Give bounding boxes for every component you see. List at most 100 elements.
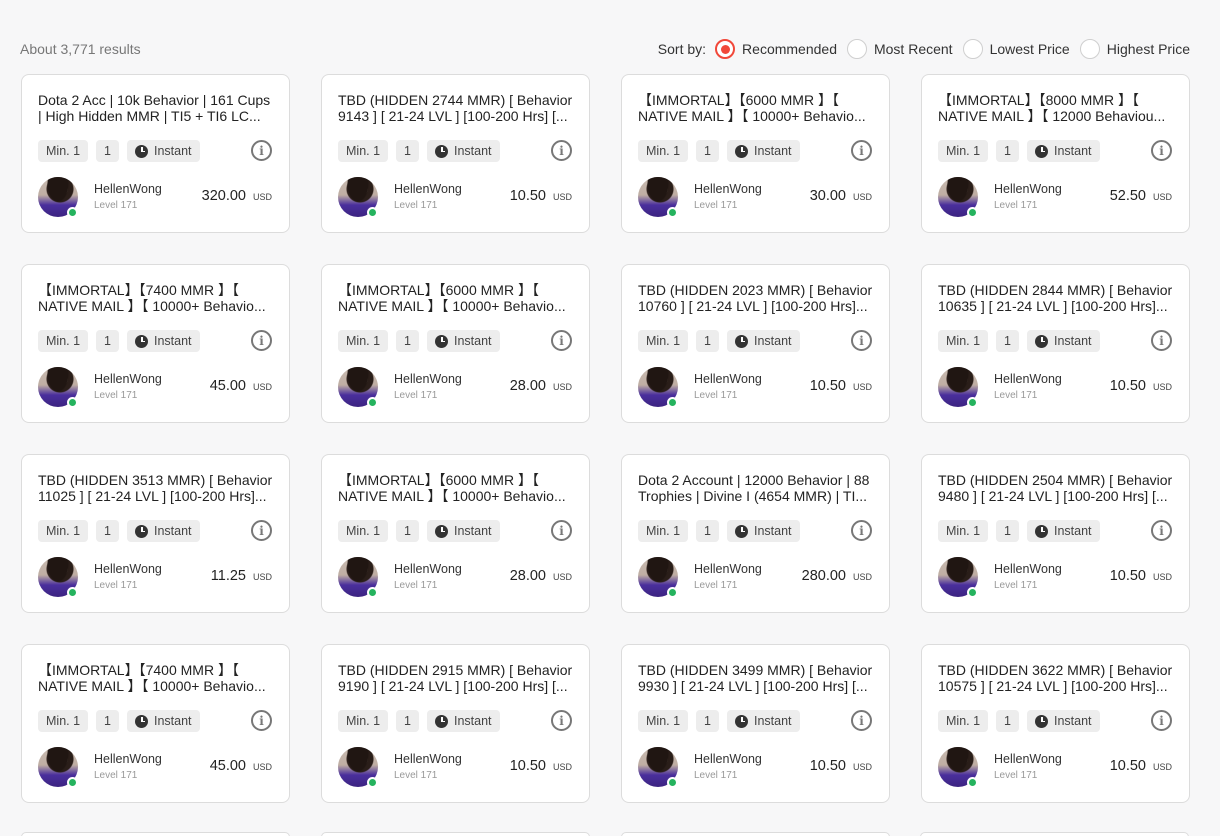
listing-card[interactable]: 【IMMORTAL】【8000 MMR 】【 NATIVE MAIL 】【 12… xyxy=(921,74,1190,233)
info-icon[interactable]: i xyxy=(851,140,872,161)
info-icon[interactable]: i xyxy=(851,330,872,351)
info-icon[interactable]: i xyxy=(251,520,272,541)
seller-info[interactable]: HellenWong Level 171 xyxy=(638,367,762,408)
info-icon[interactable]: i xyxy=(551,140,572,161)
seller-name[interactable]: HellenWong xyxy=(994,182,1062,197)
radio-recommended[interactable] xyxy=(715,39,736,59)
avatar[interactable] xyxy=(38,747,78,788)
listing-card[interactable]: TBD (HIDDEN 2844 MMR) [ Behavior 10635 ]… xyxy=(921,264,1190,423)
info-icon[interactable]: i xyxy=(851,710,872,731)
radio-highest-price[interactable] xyxy=(1079,39,1100,59)
listing-title[interactable]: TBD (HIDDEN 2844 MMR) [ Behavior 10635 ]… xyxy=(938,282,1176,314)
sort-option-highest-price[interactable]: Highest Price xyxy=(1079,39,1190,59)
seller-name[interactable]: HellenWong xyxy=(694,752,762,767)
seller-info[interactable]: HellenWong Level 171 xyxy=(638,177,762,218)
avatar[interactable] xyxy=(338,747,378,788)
avatar[interactable] xyxy=(338,177,378,218)
seller-info[interactable]: HellenWong Level 171 xyxy=(938,367,1062,408)
listing-card[interactable]: TBD (HIDDEN 3622 MMR) [ Behavior 10575 ]… xyxy=(921,644,1190,803)
seller-name[interactable]: HellenWong xyxy=(394,182,462,197)
seller-name[interactable]: HellenWong xyxy=(394,372,462,387)
avatar[interactable] xyxy=(38,557,78,598)
seller-name[interactable]: HellenWong xyxy=(394,752,462,767)
listing-title[interactable]: 【IMMORTAL】【7400 MMR 】【 NATIVE MAIL 】【 10… xyxy=(38,662,276,694)
seller-name[interactable]: HellenWong xyxy=(94,752,162,767)
avatar[interactable] xyxy=(638,747,678,788)
avatar[interactable] xyxy=(638,177,678,218)
seller-name[interactable]: HellenWong xyxy=(694,562,762,577)
info-icon[interactable]: i xyxy=(1151,520,1172,541)
seller-name[interactable]: HellenWong xyxy=(994,752,1062,767)
info-icon[interactable]: i xyxy=(1151,330,1172,351)
avatar[interactable] xyxy=(638,367,678,408)
radio-lowest-price[interactable] xyxy=(962,39,983,59)
avatar[interactable] xyxy=(638,557,678,598)
listing-title[interactable]: TBD (HIDDEN 2023 MMR) [ Behavior 10760 ]… xyxy=(638,282,876,314)
avatar[interactable] xyxy=(938,367,978,408)
info-icon[interactable]: i xyxy=(551,520,572,541)
seller-info[interactable]: HellenWong Level 171 xyxy=(38,177,162,218)
listing-title[interactable]: TBD (HIDDEN 2915 MMR) [ Behavior 9190 ] … xyxy=(338,662,576,694)
listing-title[interactable]: TBD (HIDDEN 2504 MMR) [ Behavior 9480 ] … xyxy=(938,472,1176,504)
info-icon[interactable]: i xyxy=(251,330,272,351)
listing-card[interactable]: TBD (HIDDEN 2744 MMR) [ Behavior 9143 ] … xyxy=(321,74,590,233)
listing-title[interactable]: 【IMMORTAL】【6000 MMR 】【 NATIVE MAIL 】【 10… xyxy=(338,472,576,504)
radio-most-recent[interactable] xyxy=(846,39,867,59)
avatar[interactable] xyxy=(38,367,78,408)
info-icon[interactable]: i xyxy=(1151,710,1172,731)
listing-card[interactable]: Dota 2 Account | 12000 Behavior | 88 Tro… xyxy=(621,454,890,613)
listing-title[interactable]: TBD (HIDDEN 3499 MMR) [ Behavior 9930 ] … xyxy=(638,662,876,694)
listing-title[interactable]: Dota 2 Acc | 10k Behavior | 161 Cups | H… xyxy=(38,92,276,124)
seller-name[interactable]: HellenWong xyxy=(94,562,162,577)
seller-info[interactable]: HellenWong Level 171 xyxy=(338,557,462,598)
listing-card[interactable]: TBD (HIDDEN 2504 MMR) [ Behavior 9480 ] … xyxy=(921,454,1190,613)
seller-info[interactable]: HellenWong Level 171 xyxy=(938,747,1062,788)
avatar[interactable] xyxy=(38,177,78,218)
info-icon[interactable]: i xyxy=(551,330,572,351)
seller-info[interactable]: HellenWong Level 171 xyxy=(638,747,762,788)
listing-title[interactable]: TBD (HIDDEN 3622 MMR) [ Behavior 10575 ]… xyxy=(938,662,1176,694)
listing-card[interactable]: Dota 2 Acc | 10k Behavior | 161 Cups | H… xyxy=(21,74,290,233)
seller-info[interactable]: HellenWong Level 171 xyxy=(38,747,162,788)
info-icon[interactable]: i xyxy=(1151,140,1172,161)
seller-info[interactable]: HellenWong Level 171 xyxy=(338,747,462,788)
seller-info[interactable]: HellenWong Level 171 xyxy=(938,177,1062,218)
seller-info[interactable]: HellenWong Level 171 xyxy=(638,557,762,598)
seller-name[interactable]: HellenWong xyxy=(394,562,462,577)
listing-card[interactable]: 【IMMORTAL】【7400 MMR 】【 NATIVE MAIL 】【 10… xyxy=(21,264,290,423)
seller-info[interactable]: HellenWong Level 171 xyxy=(38,557,162,598)
seller-info[interactable]: HellenWong Level 171 xyxy=(338,177,462,218)
listing-title[interactable]: 【IMMORTAL】【6000 MMR 】【 NATIVE MAIL 】【 10… xyxy=(338,282,576,314)
seller-name[interactable]: HellenWong xyxy=(994,562,1062,577)
seller-name[interactable]: HellenWong xyxy=(694,182,762,197)
listing-card[interactable]: 【IMMORTAL】【6000 MMR 】【 NATIVE MAIL 】【 10… xyxy=(621,74,890,233)
info-icon[interactable]: i xyxy=(251,710,272,731)
listing-title[interactable]: TBD (HIDDEN 3513 MMR) [ Behavior 11025 ]… xyxy=(38,472,276,504)
seller-info[interactable]: HellenWong Level 171 xyxy=(938,557,1062,598)
sort-option-most-recent[interactable]: Most Recent xyxy=(846,39,953,59)
avatar[interactable] xyxy=(338,557,378,598)
listing-card[interactable]: 【IMMORTAL】【6000 MMR 】【 NATIVE MAIL 】【 10… xyxy=(321,264,590,423)
sort-option-lowest-price[interactable]: Lowest Price xyxy=(962,39,1070,59)
listing-card[interactable]: TBD (HIDDEN 2915 MMR) [ Behavior 9190 ] … xyxy=(321,644,590,803)
avatar[interactable] xyxy=(938,557,978,598)
seller-info[interactable]: HellenWong Level 171 xyxy=(338,367,462,408)
listing-card[interactable]: TBD (HIDDEN 3499 MMR) [ Behavior 9930 ] … xyxy=(621,644,890,803)
listing-title[interactable]: TBD (HIDDEN 2744 MMR) [ Behavior 9143 ] … xyxy=(338,92,576,124)
listing-title[interactable]: Dota 2 Account | 12000 Behavior | 88 Tro… xyxy=(638,472,876,504)
info-icon[interactable]: i xyxy=(551,710,572,731)
listing-title[interactable]: 【IMMORTAL】【8000 MMR 】【 NATIVE MAIL 】【 12… xyxy=(938,92,1176,124)
seller-name[interactable]: HellenWong xyxy=(94,372,162,387)
avatar[interactable] xyxy=(338,367,378,408)
listing-card[interactable]: 【IMMORTAL】【6000 MMR 】【 NATIVE MAIL 】【 10… xyxy=(321,454,590,613)
listing-title[interactable]: 【IMMORTAL】【6000 MMR 】【 NATIVE MAIL 】【 10… xyxy=(638,92,876,124)
seller-name[interactable]: HellenWong xyxy=(994,372,1062,387)
listing-card[interactable]: TBD (HIDDEN 3513 MMR) [ Behavior 11025 ]… xyxy=(21,454,290,613)
seller-name[interactable]: HellenWong xyxy=(94,182,162,197)
avatar[interactable] xyxy=(938,747,978,788)
sort-option-recommended[interactable]: Recommended xyxy=(715,39,837,59)
avatar[interactable] xyxy=(938,177,978,218)
listing-card[interactable]: 【IMMORTAL】【7400 MMR 】【 NATIVE MAIL 】【 10… xyxy=(21,644,290,803)
seller-info[interactable]: HellenWong Level 171 xyxy=(38,367,162,408)
listing-card[interactable]: TBD (HIDDEN 2023 MMR) [ Behavior 10760 ]… xyxy=(621,264,890,423)
